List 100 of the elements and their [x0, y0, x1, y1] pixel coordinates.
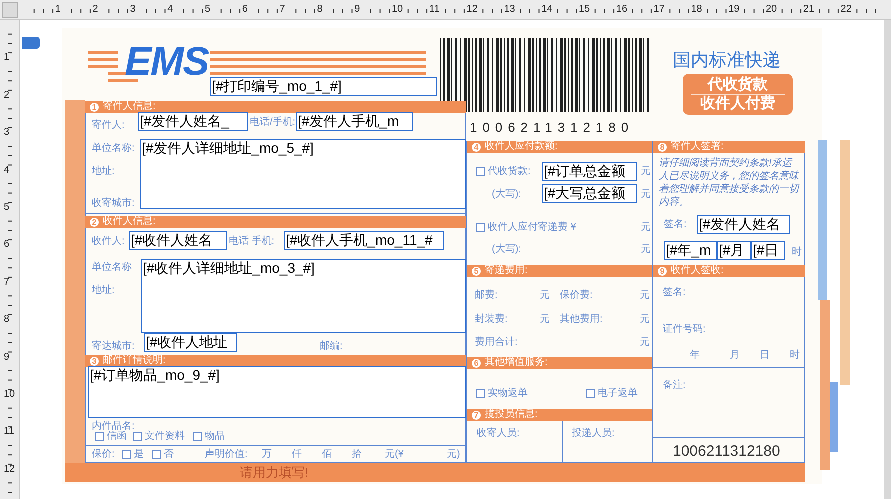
form-label: 元 — [641, 189, 651, 201]
form-label: 物品 — [205, 431, 225, 443]
ruler-corner — [2, 2, 18, 18]
section-number: 3 — [90, 356, 99, 366]
template-field[interactable]: [#发件人手机_m — [296, 112, 413, 131]
form-label: 地址: — [92, 285, 115, 297]
tracking-number: 1006211312180 — [470, 121, 634, 134]
section-number: 8 — [658, 142, 667, 152]
form-label: 仟 — [292, 449, 302, 461]
service-badge: 代收货款 收件人付费 — [683, 74, 793, 115]
section-title: 邮件详情说明: — [103, 356, 166, 366]
template-field[interactable]: [#收件人地址 — [144, 333, 237, 352]
ruler-number: 5 — [4, 203, 10, 213]
form-label: 否 — [164, 449, 174, 461]
ruler-number: 3 — [4, 128, 10, 138]
form-label: 其他费用: — [560, 314, 603, 326]
section-title: 收件人信息: — [103, 217, 156, 227]
section-number: 1 — [90, 102, 99, 112]
form-label: 单位名称 — [92, 262, 132, 274]
ruler-number: 9 — [4, 352, 10, 363]
form-label: 地址: — [92, 166, 115, 178]
ruler-number: 5 — [204, 5, 212, 15]
template-field[interactable]: [#发件人姓名 — [697, 215, 790, 234]
checkbox[interactable] — [133, 432, 142, 441]
template-field[interactable]: [#年_m — [664, 241, 717, 260]
page-marker — [22, 37, 40, 49]
template-field[interactable]: [#日 — [751, 241, 785, 260]
form-label: 是 — [134, 449, 144, 461]
checkbox[interactable] — [122, 450, 131, 459]
form-label: 签名: — [663, 287, 686, 299]
form-label: 内件品名: — [92, 421, 135, 432]
form-label: 时 — [792, 247, 802, 259]
template-field[interactable]: [#订单总金额 — [542, 162, 637, 181]
ruler-number: 8 — [316, 5, 324, 15]
template-field[interactable]: [#订单物品_mo_9_#] — [88, 366, 466, 418]
form-label: 电话/手机: — [250, 117, 296, 129]
checkbox[interactable] — [586, 389, 595, 398]
ruler-number: 12 — [466, 5, 479, 15]
template-field[interactable]: [#打印编号_mo_1_#] — [210, 77, 437, 96]
section-number: 4 — [472, 142, 481, 152]
form-label: 实物返单 — [488, 388, 528, 400]
template-field[interactable]: [#大写总金额 — [542, 184, 637, 203]
checkbox[interactable] — [193, 432, 202, 441]
ruler-number: 17 — [652, 5, 666, 15]
form-label: 邮费: — [475, 290, 498, 302]
section-title: 揽投员信息: — [485, 410, 538, 420]
checkbox[interactable] — [95, 432, 104, 441]
ruler-number: 22 — [840, 5, 853, 15]
ruler-number: 8 — [4, 315, 10, 326]
ruler-number: 6 — [4, 240, 10, 250]
ruler-number: 10 — [4, 390, 16, 400]
form-label: 保价: — [92, 449, 115, 461]
ruler-number: 1 — [54, 5, 62, 15]
section-title: 其他增值服务: — [485, 358, 548, 368]
service-title: 国内标准快递 — [673, 51, 781, 69]
form-label: 备注: — [663, 380, 686, 392]
form-label: 月 — [730, 350, 740, 362]
form-label: 元) — [447, 449, 460, 461]
form-label: 元(¥ — [385, 449, 404, 461]
section-number: 7 — [472, 410, 481, 420]
form-label: 元 — [540, 314, 550, 326]
terms-notice: 请仔细阅读背面契约条款!承运人已尽说明义务，您的签名意味着您理解并同意接受条款的一切内容。 — [659, 157, 801, 209]
form-label: 寄件人: — [92, 120, 125, 132]
ruler-number: 10 — [391, 5, 404, 15]
form-label: (大写): — [492, 244, 522, 256]
template-field[interactable]: [#收件人手机_mo_11_# — [284, 231, 444, 250]
form-label: 单位名称: — [92, 143, 135, 155]
section-title: 寄件人签署: — [671, 142, 724, 152]
ruler-number: 20 — [765, 5, 778, 15]
form-label: 收寄城市: — [92, 198, 135, 210]
section-number: 6 — [472, 358, 481, 368]
section-title: 收件人签收: — [671, 266, 724, 276]
ruler-number: 18 — [690, 5, 704, 15]
form-label: 元 — [641, 244, 651, 256]
template-field[interactable]: [#发件人姓名_ — [138, 112, 248, 131]
form-label: 收件人: — [92, 236, 125, 248]
checkbox[interactable] — [152, 450, 161, 459]
form-label: 声明价值: — [205, 449, 248, 461]
template-field[interactable]: [#发件人详细地址_mo_5_#] — [140, 139, 466, 209]
ruler-number: 2 — [4, 90, 10, 101]
ruler-number: 14 — [540, 5, 554, 15]
checkbox[interactable] — [476, 223, 485, 232]
ruler-number: 21 — [802, 5, 816, 15]
form-label: 元 — [641, 222, 651, 234]
section-title: 收件人应付款额: — [485, 142, 558, 152]
form-label: 元 — [640, 290, 650, 302]
form-label: 拾 — [352, 449, 362, 461]
section-number: 2 — [90, 218, 99, 226]
form-label: 佰 — [322, 449, 332, 461]
form-label: 费用合计: — [475, 337, 518, 349]
ruler-number: 6 — [241, 5, 249, 15]
template-field[interactable]: [#收件人姓名 — [129, 231, 227, 250]
section-number: 5 — [472, 266, 481, 276]
template-field[interactable]: [#月 — [717, 241, 751, 260]
template-field[interactable]: [#收件人详细地址_mo_3_#] — [141, 259, 466, 333]
form-label: 邮编: — [320, 341, 343, 353]
tracking-number: 1006211312180 — [673, 444, 780, 459]
checkbox[interactable] — [476, 167, 485, 176]
form-label: 收寄人员: — [477, 428, 520, 440]
checkbox[interactable] — [476, 389, 485, 398]
